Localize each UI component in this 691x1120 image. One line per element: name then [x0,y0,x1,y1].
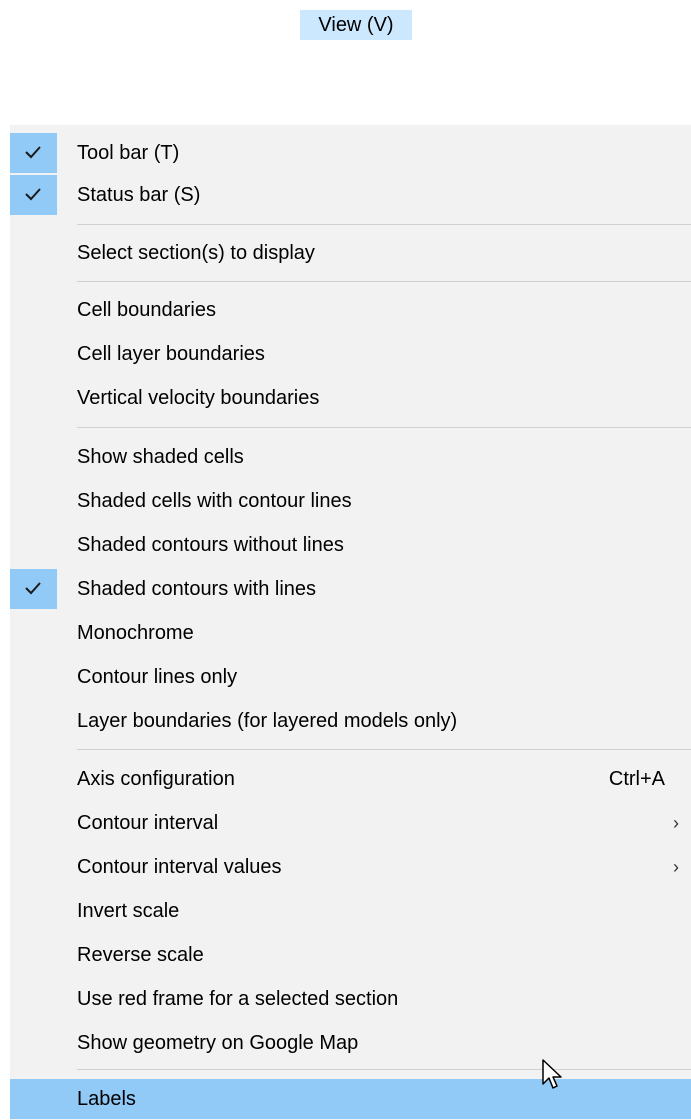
menu-item-label: Select section(s) to display [77,242,315,264]
menu-item-label: Cell layer boundaries [77,343,265,365]
menu-item-shaded-contours-with-lines[interactable]: Shaded contours with lines [10,569,691,609]
menu-item-label: Status bar (S) [77,184,201,206]
menu-item-label: Layer boundaries (for layered models onl… [77,710,458,732]
menu-item-label: Monochrome [77,622,194,644]
menu-item-google-map[interactable]: Show geometry on Google Map [10,1023,691,1063]
menu-item-show-shaded-cells[interactable]: Show shaded cells [10,437,691,477]
menu-item-monochrome[interactable]: Monochrome [10,613,691,653]
menu-item-select-sections[interactable]: Select section(s) to display [10,233,691,273]
menu-item-contour-interval[interactable]: Contour interval › [10,803,691,843]
menu-item-layer-boundaries[interactable]: Layer boundaries (for layered models onl… [10,701,691,741]
menu-item-red-frame[interactable]: Use red frame for a selected section [10,979,691,1019]
menu-item-status-bar[interactable]: Status bar (S) [10,175,691,215]
menu-item-label: Contour lines only [77,666,238,688]
menu-item-shaded-cells-contour-lines[interactable]: Shaded cells with contour lines [10,481,691,521]
menu-item-label: Reverse scale [77,944,204,966]
menu-item-contour-lines-only[interactable]: Contour lines only [10,657,691,697]
menu-item-label: Tool bar (T) [77,142,180,164]
submenu-arrow-icon: › [673,813,679,833]
menu-item-label: Invert scale [77,900,180,922]
mouse-pointer-icon [542,1059,562,1089]
menu-item-label: Show shaded cells [77,446,244,468]
menu-separator [77,224,691,225]
submenu-arrow-icon: › [673,857,679,877]
menu-item-vertical-velocity-boundaries[interactable]: Vertical velocity boundaries [10,378,691,418]
menu-item-label: Shaded contours with lines [77,578,317,600]
menu-item-label: Use red frame for a selected section [77,988,399,1010]
menu-item-label: Axis configuration [77,768,235,790]
menu-item-label: Labels [77,1088,136,1110]
check-icon [10,569,57,609]
menu-item-tool-bar[interactable]: Tool bar (T) [10,133,691,173]
menu-item-label: Shaded cells with contour lines [77,490,352,512]
menu-item-label: Contour interval [77,812,219,834]
menu-separator [77,749,691,750]
menu-item-axis-configuration[interactable]: Axis configuration Ctrl+A [10,759,691,799]
menu-separator [77,427,691,428]
menu-item-labels[interactable]: Labels [10,1079,691,1119]
menu-separator [77,1069,691,1070]
menu-item-reverse-scale[interactable]: Reverse scale [10,935,691,975]
menu-separator [77,281,691,282]
menu-item-label: Show geometry on Google Map [77,1032,359,1054]
menu-item-cell-layer-boundaries[interactable]: Cell layer boundaries [10,334,691,374]
shortcut-text: Ctrl+A [608,768,665,790]
menu-item-contour-interval-values[interactable]: Contour interval values › [10,847,691,887]
menu-item-label: Vertical velocity boundaries [77,387,320,409]
menu-item-label: Contour interval values [77,856,282,878]
check-icon [10,133,57,173]
menu-item-cell-boundaries[interactable]: Cell boundaries [10,290,691,330]
view-dropdown-menu: Tool bar (T) Status bar (S) Select secti… [10,125,691,1120]
menu-item-shaded-contours-without-lines[interactable]: Shaded contours without lines [10,525,691,565]
menu-item-label: Shaded contours without lines [77,534,344,556]
menu-view[interactable]: View (V) [300,10,412,40]
menu-item-label: Cell boundaries [77,299,216,321]
menu-item-invert-scale[interactable]: Invert scale [10,891,691,931]
check-icon [10,175,57,215]
